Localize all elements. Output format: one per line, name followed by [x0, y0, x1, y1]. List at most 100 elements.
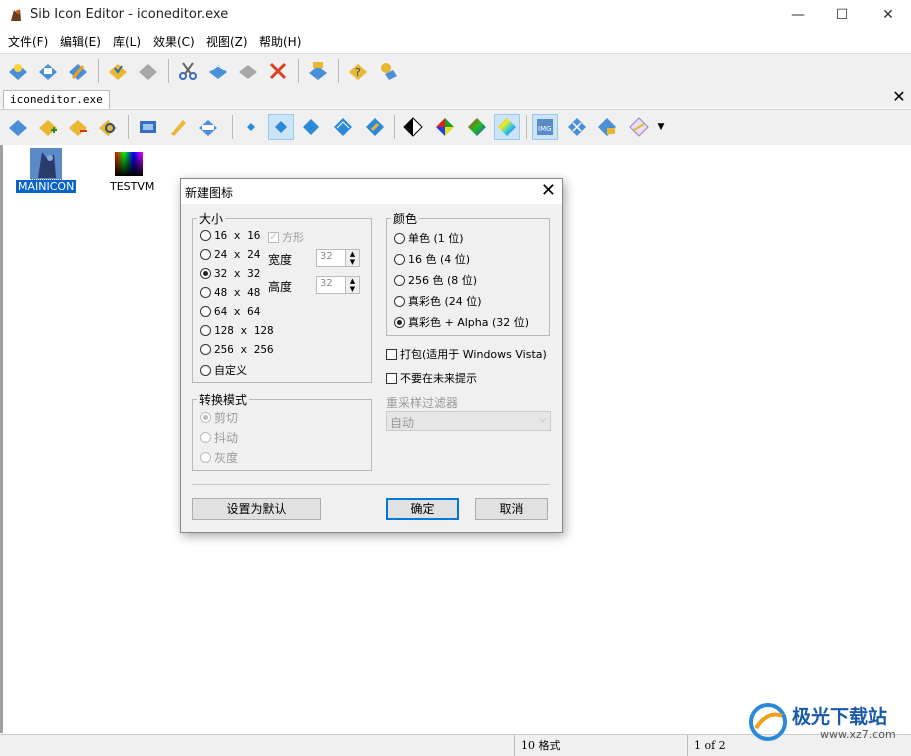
toolbar-separator	[526, 115, 527, 139]
watermark-logo-icon	[749, 703, 787, 741]
size-64-icon[interactable]	[330, 114, 356, 140]
import-image-icon[interactable]	[626, 114, 652, 140]
import-icon[interactable]	[305, 58, 331, 84]
toolbar-separator	[168, 59, 169, 83]
paste-icon[interactable]	[235, 58, 261, 84]
menu-effects[interactable]: 效果(C)	[153, 33, 195, 50]
mainicon-thumbnail[interactable]	[30, 148, 62, 180]
about-icon[interactable]	[375, 58, 401, 84]
size-48-icon[interactable]	[298, 114, 324, 140]
color-truecolor-alpha-radio[interactable]: 真彩色 + Alpha (32 位)	[394, 314, 529, 330]
size-48-radio[interactable]: 48 x 48	[200, 286, 260, 299]
help-icon[interactable]: ?	[345, 58, 371, 84]
watermark-text: 极光下载站	[792, 706, 888, 728]
close-document-icon[interactable]: ✕	[891, 88, 907, 106]
document-tab[interactable]: iconeditor.exe	[3, 90, 110, 109]
toolbar-separator	[338, 59, 339, 83]
set-default-button[interactable]: 设置为默认	[192, 498, 321, 520]
toolbar-separator	[298, 59, 299, 83]
size-custom-radio[interactable]: 自定义	[200, 362, 247, 378]
16-color-icon[interactable]	[432, 114, 458, 140]
dialog-title-bar: 新建图标 ✕	[181, 179, 562, 204]
color-mono-radio[interactable]: 单色 (1 位)	[394, 230, 464, 246]
size-24-radio[interactable]: 24 x 24	[200, 248, 260, 261]
search-image-icon[interactable]	[95, 114, 121, 140]
pen-icon[interactable]	[165, 114, 191, 140]
size-32-icon[interactable]	[268, 114, 294, 140]
save-disabled-icon[interactable]	[135, 58, 161, 84]
toolbar-separator	[128, 115, 129, 139]
convert-gray-radio[interactable]: 灰度	[200, 449, 238, 466]
save-icon[interactable]	[105, 58, 131, 84]
new-icon-dialog: 新建图标 ✕ 大小 16 x 16 24 x 24 32 x 32 48 x 4…	[180, 178, 563, 533]
ok-button[interactable]: 确定	[386, 498, 459, 520]
width-stepper[interactable]: 32 ▲ ▼	[316, 249, 360, 267]
menu-help[interactable]: 帮助(H)	[259, 33, 301, 50]
256-color-icon[interactable]	[464, 114, 490, 140]
color-256-radio[interactable]: 256 色 (8 位)	[394, 272, 477, 288]
delete-icon[interactable]	[265, 58, 291, 84]
convert-mode-label: 转换模式	[199, 393, 248, 407]
wizard-icon[interactable]	[65, 58, 91, 84]
true-color-icon[interactable]	[494, 114, 520, 140]
testvm-thumbnail[interactable]	[113, 148, 145, 180]
open-icon[interactable]	[35, 58, 61, 84]
menu-view[interactable]: 视图(Z)	[206, 33, 248, 50]
toolbar-separator	[394, 115, 395, 139]
size-256-icon[interactable]	[362, 114, 388, 140]
minimize-button[interactable]: —	[775, 0, 821, 30]
window-title: Sib Icon Editor - iconeditor.exe	[30, 7, 229, 22]
height-stepper[interactable]: 32 ▲ ▼	[316, 276, 360, 294]
more-dropdown-icon[interactable]: ▼	[652, 114, 670, 140]
mainicon-label[interactable]: MAINICON	[14, 179, 78, 194]
testvm-label[interactable]: TESTVM	[108, 180, 156, 193]
menu-library[interactable]: 库(L)	[113, 33, 141, 50]
image-format-icon[interactable]	[564, 114, 590, 140]
copy-icon[interactable]	[205, 58, 231, 84]
square-checkbox[interactable]: 方形	[268, 229, 304, 245]
no-prompt-checkbox[interactable]: 不要在未来提示	[386, 370, 477, 386]
resources-icon[interactable]	[195, 114, 221, 140]
truecolor-alpha-icon[interactable]: IMG	[532, 114, 558, 140]
maximize-button[interactable]: ☐	[819, 0, 865, 30]
pack-vista-checkbox[interactable]: 打包(适用于 Windows Vista)	[386, 346, 547, 362]
convert-dither-radio[interactable]: 抖动	[200, 429, 238, 446]
watermark-url: www.xz7.com	[820, 728, 896, 741]
app-logo-icon	[11, 9, 21, 21]
watermark: 极光下载站 www.xz7.com	[748, 698, 908, 748]
dialog-title: 新建图标	[185, 186, 234, 200]
svg-text:IMG: IMG	[538, 125, 552, 133]
export-icon[interactable]	[594, 114, 620, 140]
remove-image-icon[interactable]	[65, 114, 91, 140]
menu-edit[interactable]: 编辑(E)	[60, 33, 101, 50]
size-16-icon[interactable]	[238, 114, 264, 140]
mono-color-icon[interactable]	[400, 114, 426, 140]
new-icon[interactable]	[5, 58, 31, 84]
page-indicator: 1 of 2	[687, 735, 754, 756]
convert-crop-radio[interactable]: 剪切	[200, 409, 238, 426]
main-toolbar: ?	[0, 53, 911, 89]
chevron-down-icon: ⌵	[539, 415, 546, 425]
size-256-radio[interactable]: 256 x 256	[200, 343, 274, 356]
resample-select[interactable]: 自动 ⌵	[386, 411, 551, 431]
add-image-icon[interactable]	[35, 114, 61, 140]
menu-bar: 文件(F) 编辑(E) 库(L) 效果(C) 视图(Z) 帮助(H)	[0, 30, 911, 52]
size-64-radio[interactable]: 64 x 64	[200, 305, 260, 318]
resample-label: 重采样过滤器	[386, 396, 459, 410]
size-32-radio[interactable]: 32 x 32	[200, 267, 260, 280]
color-16-radio[interactable]: 16 色 (4 位)	[394, 251, 470, 267]
dialog-close-button[interactable]: ✕	[541, 181, 556, 201]
close-window-button[interactable]: ✕	[865, 0, 911, 30]
formats-count: 10 格式	[514, 735, 687, 756]
icon-view-icon[interactable]	[5, 114, 31, 140]
cancel-button[interactable]: 取消	[475, 498, 548, 520]
size-16-radio[interactable]: 16 x 16	[200, 229, 260, 242]
icon-toolbar: IMG ▼	[0, 109, 911, 146]
cut-icon[interactable]	[175, 58, 201, 84]
dialog-divider	[192, 484, 550, 485]
size-128-radio[interactable]: 128 x 128	[200, 324, 274, 337]
menu-file[interactable]: 文件(F)	[8, 33, 48, 50]
film-icon[interactable]	[135, 114, 161, 140]
toolbar-separator	[98, 59, 99, 83]
color-truecolor-radio[interactable]: 真彩色 (24 位)	[394, 293, 482, 309]
